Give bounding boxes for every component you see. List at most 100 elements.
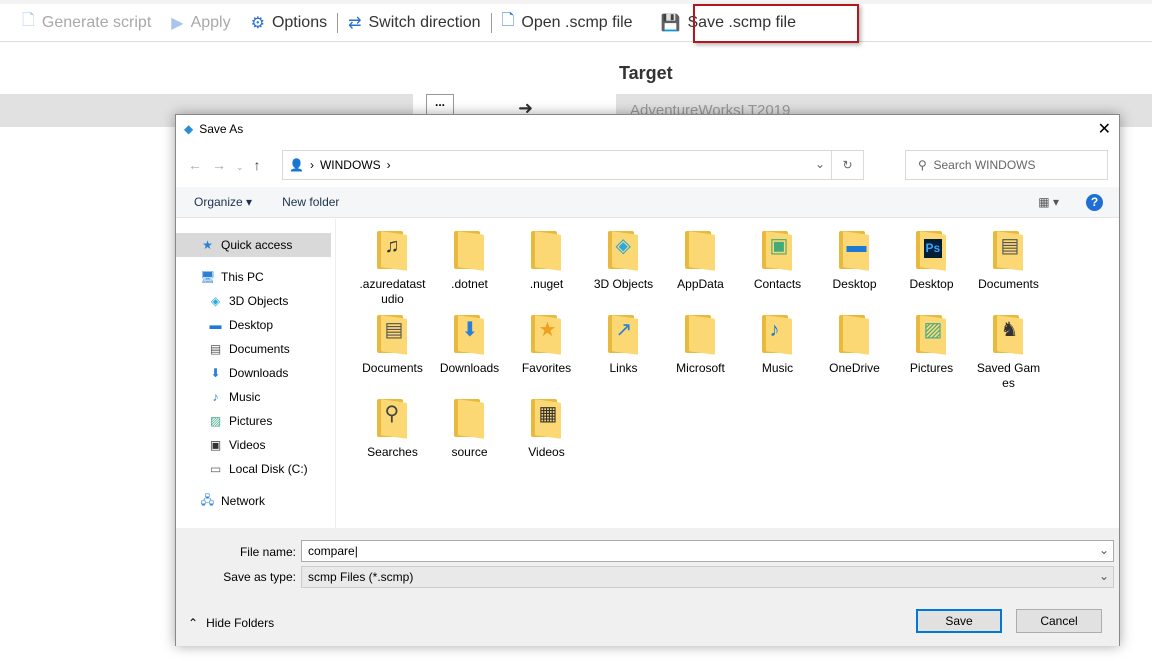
folder-item[interactable]: ♞ Saved Games bbox=[970, 313, 1047, 397]
pc-icon: 🖥 bbox=[200, 270, 216, 284]
user-icon: 👤 bbox=[289, 158, 304, 172]
save-type-value: scmp Files (*.scmp) bbox=[308, 570, 414, 584]
folder-item[interactable]: ◈ 3D Objects bbox=[585, 229, 662, 313]
folder-item[interactable]: ↗ Links bbox=[585, 313, 662, 397]
swap-icon: ⇄ bbox=[348, 14, 362, 32]
folder-item[interactable]: source bbox=[431, 397, 508, 481]
folder-name: Favorites bbox=[521, 361, 572, 375]
save-button[interactable]: Save bbox=[916, 609, 1002, 633]
nav-item-downloads[interactable]: ⬇ Downloads bbox=[176, 361, 335, 385]
nav-item-music[interactable]: ♪ Music bbox=[176, 385, 335, 409]
close-icon[interactable]: ✕ bbox=[1098, 119, 1111, 139]
script-icon: 🗋 bbox=[22, 12, 35, 29]
nav-item-3d-objects[interactable]: ◈ 3D Objects bbox=[176, 289, 335, 313]
folder-item[interactable]: ▦ Videos bbox=[508, 397, 585, 481]
folder-name: Searches bbox=[367, 445, 418, 459]
switch-label: Switch direction bbox=[368, 13, 481, 31]
folder-icon: ▤ bbox=[373, 313, 413, 355]
folder-name: Saved Games bbox=[976, 361, 1041, 390]
folder-item[interactable]: ♫ .azuredatastudio bbox=[354, 229, 431, 313]
nav-item-documents[interactable]: ▤ Documents bbox=[176, 337, 335, 361]
navigation-pane: ★ Quick access 🖥 This PC ◈ 3D Objects ▬ Desktop… bbox=[176, 219, 336, 528]
folder-item[interactable]: ★ Favorites bbox=[508, 313, 585, 397]
folder-icon bbox=[681, 229, 721, 271]
apply-label: Apply bbox=[190, 13, 231, 31]
folder-item[interactable]: OneDrive bbox=[816, 313, 893, 397]
download-icon: ⬇ bbox=[210, 366, 221, 380]
recent-icon[interactable]: ⌄ bbox=[236, 162, 254, 172]
nav-buttons: ←→⌄↑ bbox=[188, 157, 271, 173]
generate-script-button[interactable]: 🗋 Generate script bbox=[0, 4, 161, 41]
nav-item-pictures[interactable]: ▨ Pictures bbox=[176, 409, 335, 433]
save-type-select[interactable]: scmp Files (*.scmp) ⌄ bbox=[301, 566, 1114, 588]
nav-item-this-pc[interactable]: 🖥 This PC bbox=[176, 265, 335, 289]
folder-item[interactable]: ♪ Music bbox=[739, 313, 816, 397]
folder-item[interactable]: ⚲ Searches bbox=[354, 397, 431, 481]
folder-item[interactable]: Microsoft bbox=[662, 313, 739, 397]
organize-button[interactable]: Organize ▾ bbox=[194, 195, 252, 209]
options-label: Options bbox=[271, 13, 328, 31]
file-name-label: File name: bbox=[239, 545, 296, 559]
nav-item-desktop[interactable]: ▬ Desktop bbox=[176, 313, 335, 337]
folder-item[interactable]: .nuget bbox=[508, 229, 585, 313]
folder-item[interactable]: ▣ Contacts bbox=[739, 229, 816, 313]
chevron-down-icon[interactable]: ⌄ bbox=[1099, 543, 1109, 557]
nav-item-local-disk-c-[interactable]: ▭ Local Disk (C:) bbox=[176, 457, 335, 481]
up-icon[interactable]: ↑ bbox=[254, 157, 271, 173]
folder-overlay-icon: Ps bbox=[923, 239, 943, 258]
refresh-icon[interactable]: ↻ bbox=[831, 151, 863, 179]
folder-overlay-icon: ▦ bbox=[538, 403, 558, 425]
address-bar[interactable]: 👤 › WINDOWS › ⌄ ↻ bbox=[282, 150, 864, 180]
folder-item[interactable]: AppData bbox=[662, 229, 739, 313]
new-folder-button[interactable]: New folder bbox=[282, 195, 339, 209]
folder-item[interactable]: ▤ Documents bbox=[354, 313, 431, 397]
folder-item[interactable]: ▨ Pictures bbox=[893, 313, 970, 397]
hide-folders-button[interactable]: ⌃ Hide Folders bbox=[188, 616, 274, 630]
cube-icon: ◈ bbox=[210, 294, 221, 308]
folder-name: Documents bbox=[978, 277, 1039, 291]
chevron-down-icon: ⌄ bbox=[1098, 569, 1109, 583]
back-icon[interactable]: ← bbox=[188, 157, 212, 173]
folder-item[interactable]: ⬇ Downloads bbox=[431, 313, 508, 397]
nav-label: 3D Objects bbox=[229, 294, 289, 308]
file-name-value: compare bbox=[308, 544, 355, 558]
music-icon: ♪ bbox=[212, 390, 219, 404]
folder-icon: ♫ bbox=[373, 229, 413, 271]
path-segment[interactable]: WINDOWS bbox=[320, 158, 381, 172]
save-as-dialog: ◆ Save As ✕ ←→⌄↑ 👤 › WINDOWS › ⌄ ↻ ⚲ Search WI… bbox=[175, 114, 1120, 646]
help-icon[interactable]: ? bbox=[1086, 194, 1103, 211]
nav-item-quick-access[interactable]: ★ Quick access bbox=[176, 233, 331, 257]
folder-item[interactable]: Ps Desktop bbox=[893, 229, 970, 313]
chevron-down-icon[interactable]: ⌄ bbox=[815, 157, 825, 171]
nav-item-network[interactable]: 🖧 Network bbox=[176, 489, 335, 513]
nav-item-videos[interactable]: ▣ Videos bbox=[176, 433, 335, 457]
apply-button[interactable]: ▶ Apply bbox=[161, 4, 240, 41]
file-name-input[interactable]: compare| ⌄ bbox=[301, 540, 1114, 562]
folder-name: .dotnet bbox=[451, 277, 488, 291]
folder-name: .nuget bbox=[529, 277, 564, 291]
switch-direction-button[interactable]: ⇄ Switch direction bbox=[338, 4, 490, 41]
folder-name: Documents bbox=[362, 361, 423, 375]
nav-label: Local Disk (C:) bbox=[229, 462, 308, 476]
folder-name: Links bbox=[609, 361, 638, 375]
folder-item[interactable]: ▤ Documents bbox=[970, 229, 1047, 313]
folder-icon: ▬ bbox=[835, 229, 875, 271]
gear-icon: ⚙ bbox=[250, 14, 265, 32]
view-options-icon[interactable]: ▦ ▾ bbox=[1038, 195, 1059, 209]
options-button[interactable]: ⚙ Options bbox=[241, 4, 337, 41]
toolbar: 🗋 Generate script ▶ Apply ⚙ Options ⇄ Switch… bbox=[0, 4, 1152, 42]
chevron-up-icon: ⌃ bbox=[188, 616, 199, 630]
folder-name: Downloads bbox=[439, 361, 500, 375]
search-input[interactable]: ⚲ Search WINDOWS bbox=[905, 150, 1108, 180]
folder-icon bbox=[450, 229, 490, 271]
open-scmp-button[interactable]: 🗋 Open .scmp file bbox=[492, 4, 643, 41]
forward-icon[interactable]: → bbox=[212, 157, 236, 173]
cancel-button[interactable]: Cancel bbox=[1016, 609, 1102, 633]
folder-overlay-icon: ↗ bbox=[615, 319, 633, 341]
play-icon: ▶ bbox=[171, 14, 184, 32]
network-icon: 🖧 bbox=[200, 492, 215, 507]
folder-icon: ▤ bbox=[989, 229, 1029, 271]
folder-item[interactable]: ▬ Desktop bbox=[816, 229, 893, 313]
folder-icon bbox=[527, 229, 567, 271]
folder-item[interactable]: .dotnet bbox=[431, 229, 508, 313]
